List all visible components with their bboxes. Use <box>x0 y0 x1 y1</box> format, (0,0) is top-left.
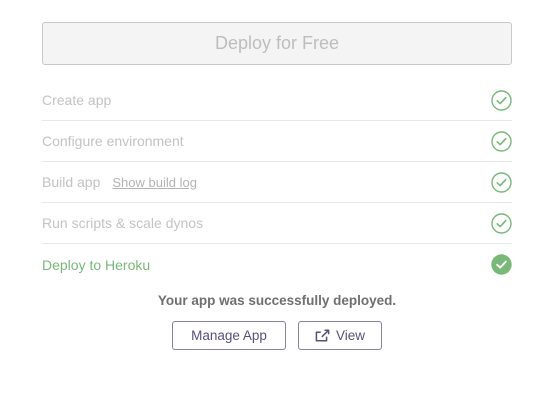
step-label: Configure environment <box>42 133 184 149</box>
external-link-icon <box>315 329 330 342</box>
step-label: Build app <box>42 174 101 190</box>
step-label: Run scripts & scale dynos <box>42 215 204 231</box>
manage-app-label: Manage App <box>191 328 267 343</box>
check-circle-filled-icon <box>491 254 512 275</box>
deploy-steps-list: Create app Configure environment Build a… <box>42 80 512 285</box>
step-configure-environment: Configure environment <box>42 121 512 162</box>
step-deploy-to-heroku: Deploy to Heroku <box>42 244 512 285</box>
check-circle-icon <box>491 89 512 111</box>
step-build-app: Build app Show build log <box>42 162 512 203</box>
check-circle-icon <box>491 130 512 152</box>
deploy-panel: Deploy for Free Create app Configure env… <box>42 22 512 350</box>
deploy-for-free-button[interactable]: Deploy for Free <box>42 22 512 65</box>
step-run-scripts: Run scripts & scale dynos <box>42 203 512 244</box>
view-app-button[interactable]: View <box>298 321 382 350</box>
view-label: View <box>335 328 366 343</box>
manage-app-button[interactable]: Manage App <box>172 321 286 350</box>
check-circle-icon <box>491 212 512 234</box>
success-message: Your app was successfully deployed. <box>157 293 397 308</box>
step-label: Deploy to Heroku <box>42 256 151 273</box>
check-circle-icon <box>491 171 512 193</box>
show-build-log-link[interactable]: Show build log <box>112 175 197 190</box>
post-deploy-actions: Manage App View <box>42 321 512 350</box>
step-create-app: Create app <box>42 80 512 121</box>
step-label: Create app <box>42 92 112 108</box>
